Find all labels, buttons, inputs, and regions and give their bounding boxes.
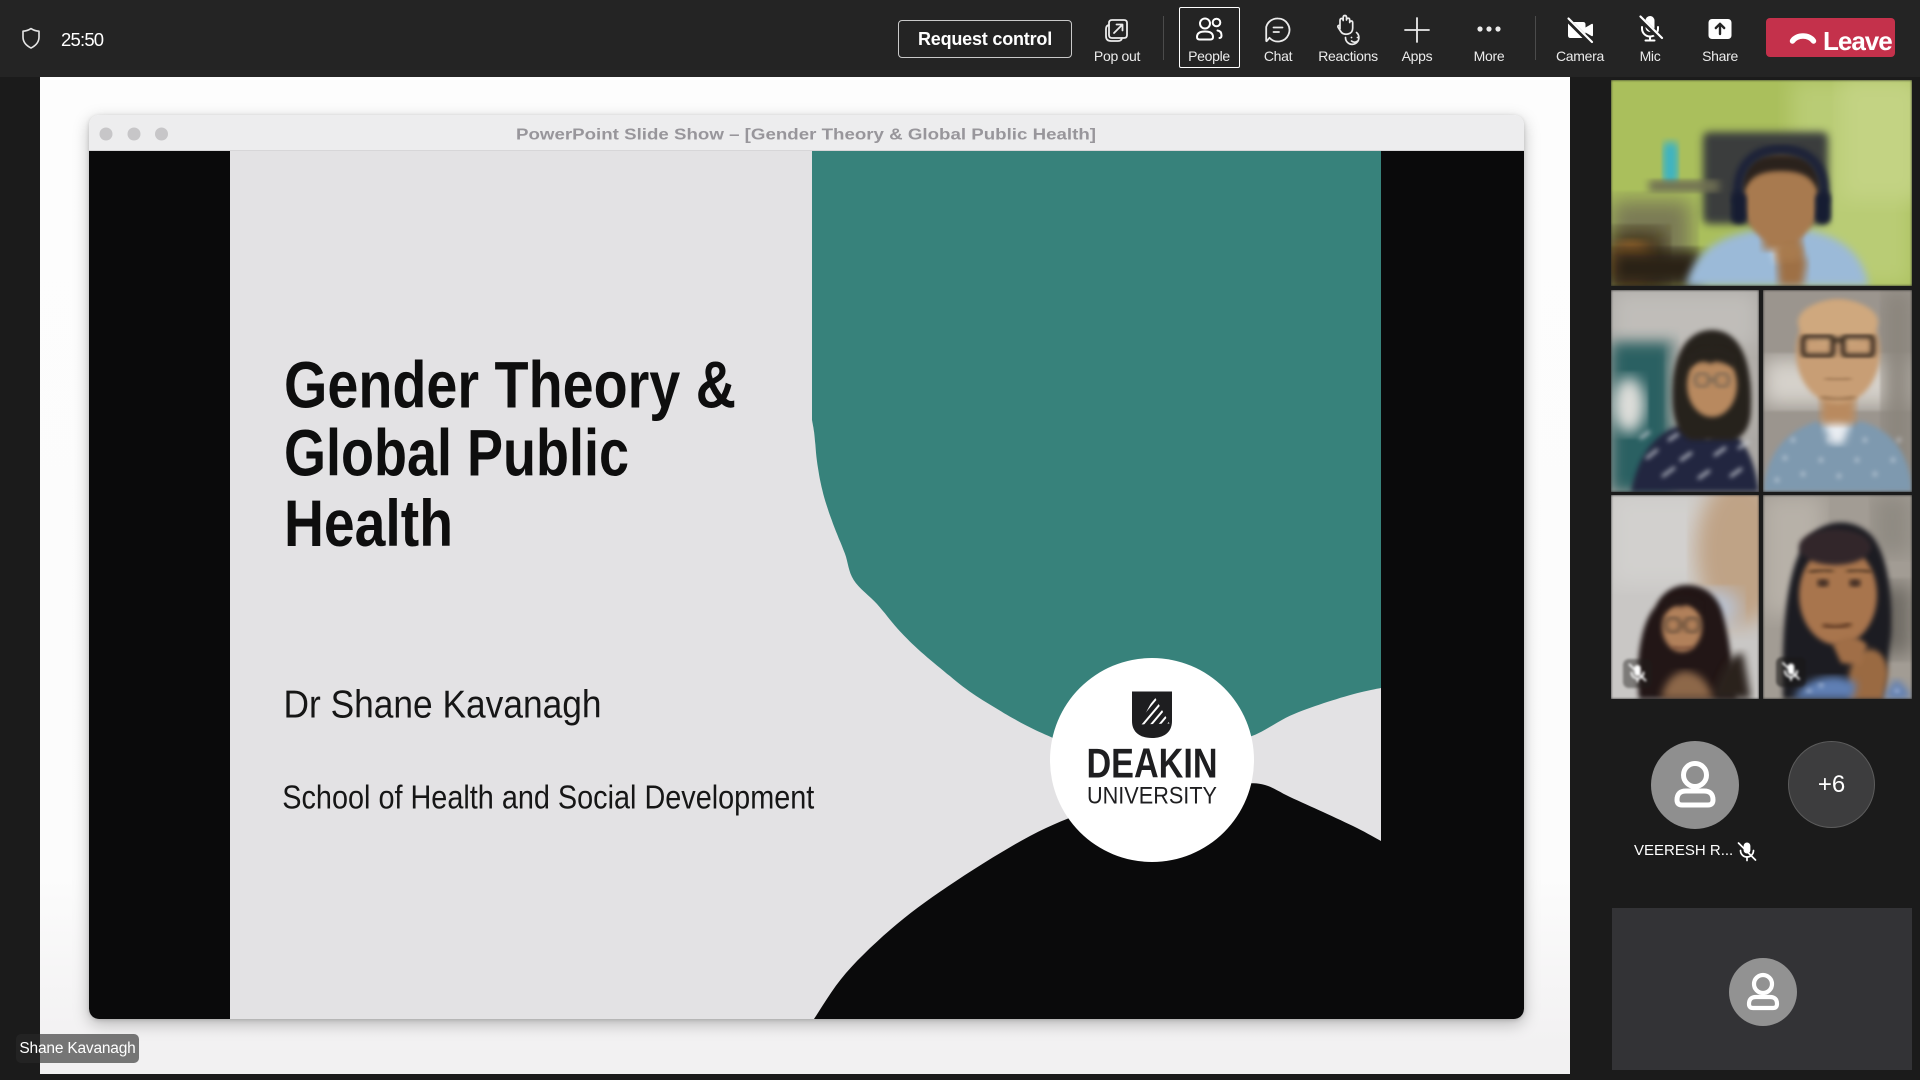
- svg-text:UNIVERSITY: UNIVERSITY: [1087, 783, 1217, 810]
- svg-text:Gender Theory &: Gender Theory &: [284, 348, 736, 422]
- svg-text:PowerPoint Slide Show – [Gende: PowerPoint Slide Show – [Gender Theory &…: [516, 127, 1096, 144]
- svg-text:Dr Shane Kavanagh: Dr Shane Kavanagh: [284, 684, 602, 727]
- svg-text:Global Public: Global Public: [284, 415, 629, 489]
- svg-text:DEAKIN: DEAKIN: [1087, 740, 1218, 787]
- svg-text:School of Health and Social De: School of Health and Social Development: [282, 779, 814, 816]
- svg-text:Health: Health: [284, 486, 453, 560]
